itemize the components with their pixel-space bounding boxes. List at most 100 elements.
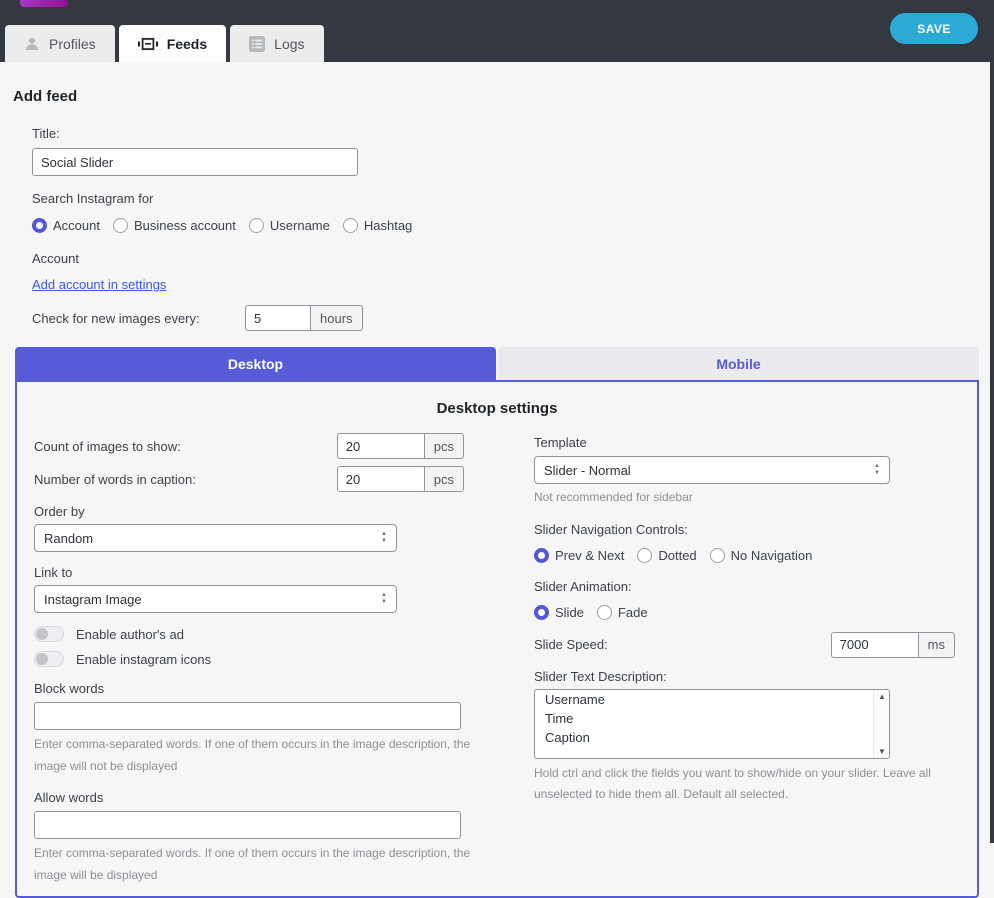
add-account-link[interactable]: Add account in settings <box>32 277 166 292</box>
template-select[interactable]: Slider - Normal <box>534 456 890 484</box>
add-feed-form: Title: Search Instagram for Account Busi… <box>32 126 994 331</box>
enable-instagram-icons-label: Enable instagram icons <box>76 652 211 667</box>
radio-dot <box>343 218 358 233</box>
radio-dot <box>534 605 549 620</box>
template-help: Not recommended for sidebar <box>534 487 975 509</box>
count-images-input[interactable] <box>337 433 425 459</box>
template-value: Slider - Normal <box>544 463 631 478</box>
search-instagram-label: Search Instagram for <box>32 191 994 206</box>
tab-logs-label: Logs <box>274 36 304 52</box>
check-interval-row: Check for new images every: hours <box>32 305 994 331</box>
radio-business-account[interactable]: Business account <box>113 218 236 233</box>
tab-logs[interactable]: Logs <box>230 25 323 62</box>
allow-words-input[interactable] <box>34 811 461 839</box>
slider-text-desc-label: Slider Text Description: <box>534 669 975 684</box>
radio-dotted-label: Dotted <box>658 548 696 563</box>
toggle-knob <box>36 653 48 665</box>
radio-dot <box>249 218 264 233</box>
tab-feeds[interactable]: Feeds <box>119 25 226 62</box>
title-label: Title: <box>32 126 994 141</box>
add-feed-heading: Add feed <box>13 88 994 105</box>
caption-words-unit: pcs <box>424 466 464 492</box>
check-interval-label: Check for new images every: <box>32 311 245 326</box>
link-to-value: Instagram Image <box>44 592 142 607</box>
radio-prev-next[interactable]: Prev & Next <box>534 548 624 563</box>
slide-speed-unit: ms <box>918 632 955 658</box>
enable-authors-ad-toggle[interactable] <box>34 626 64 642</box>
list-icon <box>249 36 265 52</box>
toggle-knob <box>36 628 48 640</box>
caption-words-group: pcs <box>337 466 464 492</box>
check-interval-group: hours <box>245 305 363 331</box>
radio-dot <box>534 548 549 563</box>
caption-words-row: Number of words in caption: pcs <box>34 466 464 492</box>
template-label: Template <box>534 435 975 450</box>
select-arrows-icon <box>874 463 880 476</box>
radio-hashtag-label: Hashtag <box>364 218 412 233</box>
slider-nav-radios: Prev & Next Dotted No Navigation <box>534 548 975 563</box>
allow-words-help: Enter comma-separated words. If one of t… <box>34 843 479 886</box>
order-by-select[interactable]: Random <box>34 524 397 552</box>
main-tabs: Profiles Feeds Logs <box>5 25 324 62</box>
radio-dot <box>710 548 725 563</box>
check-interval-unit: hours <box>310 305 363 331</box>
allow-words-label: Allow words <box>34 790 479 805</box>
check-interval-input[interactable] <box>245 305 311 331</box>
slide-speed-row: Slide Speed: ms <box>534 632 955 658</box>
slide-speed-group: ms <box>831 632 955 658</box>
slider-nav-label: Slider Navigation Controls: <box>534 522 975 537</box>
block-words-label: Block words <box>34 681 479 696</box>
count-images-row: Count of images to show: pcs <box>34 433 464 459</box>
block-words-input[interactable] <box>34 702 461 730</box>
radio-slide-label: Slide <box>555 605 584 620</box>
radio-account-label: Account <box>53 218 100 233</box>
tab-profiles-label: Profiles <box>49 36 96 52</box>
slide-speed-label: Slide Speed: <box>534 637 608 652</box>
desktop-settings-panel: Desktop settings Count of images to show… <box>15 380 979 898</box>
tab-profiles[interactable]: Profiles <box>5 25 115 62</box>
radio-fade-label: Fade <box>618 605 648 620</box>
top-header: Profiles Feeds Logs SAVE <box>0 0 994 62</box>
listbox-option-username[interactable]: Username <box>535 690 889 709</box>
link-to-select[interactable]: Instagram Image <box>34 585 397 613</box>
settings-right-column: Template Slider - Normal Not recommended… <box>534 433 975 886</box>
radio-dot <box>32 218 47 233</box>
slider-icon <box>138 37 158 51</box>
caption-words-label: Number of words in caption: <box>34 472 196 487</box>
radio-dotted[interactable]: Dotted <box>637 548 696 563</box>
scroll-up-icon[interactable] <box>874 692 890 701</box>
radio-prev-next-label: Prev & Next <box>555 548 624 563</box>
listbox-scrollbar[interactable] <box>873 690 889 758</box>
title-input[interactable] <box>32 148 358 176</box>
scroll-down-icon[interactable] <box>874 747 890 756</box>
radio-hashtag[interactable]: Hashtag <box>343 218 412 233</box>
radio-dot <box>637 548 652 563</box>
slide-speed-input[interactable] <box>831 632 919 658</box>
radio-slide[interactable]: Slide <box>534 605 584 620</box>
slider-text-desc-listbox[interactable]: Username Time Caption <box>534 689 890 759</box>
order-by-label: Order by <box>34 504 479 519</box>
enable-instagram-icons-toggle[interactable] <box>34 651 64 667</box>
save-button[interactable]: SAVE <box>890 13 978 44</box>
select-arrows-icon <box>381 531 387 544</box>
slider-text-desc-help: Hold ctrl and click the fields you want … <box>534 763 975 806</box>
desktop-settings-heading: Desktop settings <box>34 400 960 417</box>
listbox-option-caption[interactable]: Caption <box>535 728 889 747</box>
tab-mobile[interactable]: Mobile <box>498 347 979 380</box>
radio-username[interactable]: Username <box>249 218 330 233</box>
radio-fade[interactable]: Fade <box>597 605 648 620</box>
account-label: Account <box>32 251 994 266</box>
listbox-option-time[interactable]: Time <box>535 709 889 728</box>
caption-words-input[interactable] <box>337 466 425 492</box>
radio-account[interactable]: Account <box>32 218 100 233</box>
radio-dot <box>113 218 128 233</box>
radio-no-navigation[interactable]: No Navigation <box>710 548 813 563</box>
device-settings: Desktop Mobile Desktop settings Count of… <box>15 347 979 898</box>
radio-no-navigation-label: No Navigation <box>731 548 813 563</box>
settings-left-column: Count of images to show: pcs Number of w… <box>34 433 479 886</box>
tab-desktop[interactable]: Desktop <box>15 347 496 380</box>
slider-animation-label: Slider Animation: <box>534 579 975 594</box>
count-images-unit: pcs <box>424 433 464 459</box>
slider-animation-radios: Slide Fade <box>534 605 975 620</box>
count-images-group: pcs <box>337 433 464 459</box>
